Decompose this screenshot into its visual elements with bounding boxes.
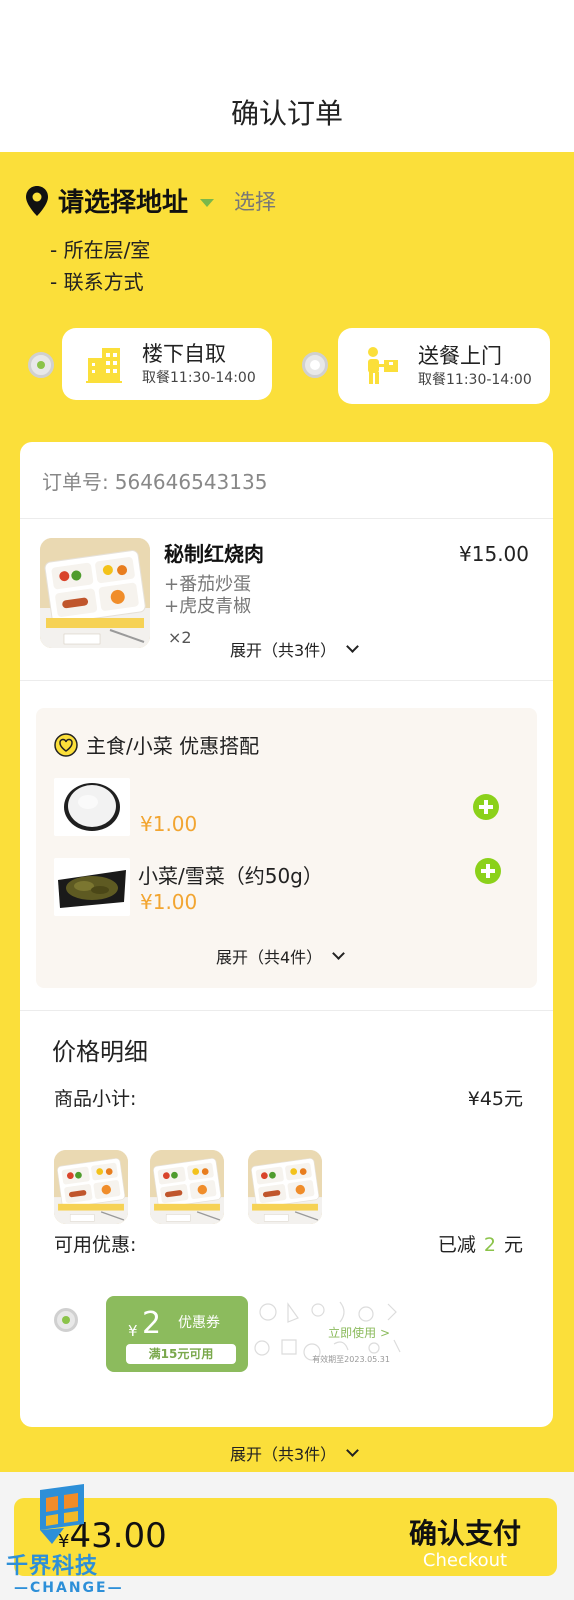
combo-item-price: ¥1.00 — [140, 812, 198, 836]
address-room-line: - 所在层/室 — [50, 238, 151, 262]
delivery-option[interactable]: 送餐上门 取餐11:30-14:00 — [338, 328, 550, 404]
address-title: 请选择地址 — [58, 188, 189, 218]
coupon-value-panel: ¥ 2 优惠券 满15元可用 — [106, 1296, 248, 1372]
order-number: 订单号: 564646543135 — [42, 466, 267, 495]
building-icon — [86, 348, 122, 383]
subtotal-label: 商品小计: — [54, 1088, 137, 1110]
pay-sub-label: Checkout — [422, 1550, 508, 1571]
price-detail-title: 价格明细 — [52, 1038, 148, 1066]
coupon-type: 优惠券 — [178, 1315, 220, 1331]
watermark-text: 千界科技 — [6, 1554, 99, 1579]
item-thumbnail — [54, 1150, 128, 1224]
dish-quantity: ×2 — [168, 628, 192, 647]
address-contact-line: - 联系方式 — [50, 270, 144, 294]
combo-item-name: 小菜/雪菜（约50g） — [138, 864, 323, 888]
coupon-info-panel: 立即使用 > 有效期至2023.05.31 — [248, 1296, 408, 1372]
discount-prefix: 已减 — [437, 1234, 476, 1256]
divider — [20, 518, 553, 519]
confirm-pay-button[interactable]: 确认支付 Checkout — [400, 1512, 530, 1571]
combo-title: 主食/小菜 优惠搭配 — [86, 734, 260, 758]
dish-name: 秘制红烧肉 — [164, 542, 264, 566]
item-thumbnail — [248, 1150, 322, 1224]
expand-combo-button[interactable]: 展开（共4件） — [216, 944, 346, 968]
pickle-image — [54, 858, 130, 916]
address-select-link[interactable]: 选择 — [234, 186, 276, 216]
item-thumbnail — [150, 1150, 224, 1224]
coupon-radio[interactable] — [54, 1308, 78, 1332]
add-rice-button[interactable] — [473, 794, 499, 820]
order-card: 订单号: 564646543135 秘制红烧肉 +番茄炒蛋 +虎皮青椒 ×2 ¥1… — [20, 442, 553, 1427]
pickup-radio[interactable] — [28, 352, 54, 378]
order-number-label: 订单号: — [42, 470, 109, 494]
dish-price: ¥15.00 — [459, 542, 529, 566]
subtotal-value: ¥45元 — [467, 1088, 523, 1110]
watermark-sub: CHANGE — [30, 1580, 108, 1596]
expand-dishes-button[interactable]: 展开（共3件） — [230, 637, 360, 661]
rice-image — [54, 778, 130, 836]
discount-value: 已减 2 元 — [438, 1230, 523, 1257]
combo-header: 主食/小菜 优惠搭配 — [54, 730, 259, 759]
divider — [20, 1010, 553, 1011]
page-title: 确认订单 — [230, 97, 343, 130]
chevron-down-icon — [346, 640, 360, 653]
chevron-down-icon — [346, 1444, 360, 1457]
caret-down-icon — [200, 198, 215, 207]
coupon-card[interactable]: ¥ 2 优惠券 满15元可用 立即使用 > 有效期至2023.05.31 — [106, 1296, 408, 1372]
pickup-option[interactable]: 楼下自取 取餐11:30-14:00 — [62, 328, 272, 400]
delivery-person-icon — [368, 347, 398, 384]
discount-amount: 2 — [483, 1234, 496, 1256]
pay-label: 确认支付 — [408, 1517, 521, 1550]
watermark-subtext: —CHANGE— — [14, 1580, 124, 1596]
location-pin-icon — [26, 185, 48, 216]
coupon-expiry: 有效期至2023.05.31 — [312, 1355, 390, 1364]
address-selector[interactable]: 请选择地址 选择 — [24, 182, 276, 219]
delivery-time: 取餐11:30-14:00 — [418, 372, 532, 388]
add-pickle-button[interactable] — [475, 858, 501, 884]
delivery-radio[interactable] — [302, 352, 328, 378]
heart-badge-icon — [54, 732, 78, 757]
dish-image — [40, 538, 150, 648]
use-coupon-link[interactable]: 立即使用 > — [328, 1324, 390, 1341]
expand-bottom-button[interactable]: 展开（共3件） — [230, 1441, 360, 1465]
divider — [20, 680, 553, 681]
combo-item-price: ¥1.00 — [140, 890, 198, 914]
chevron-down-icon — [332, 947, 346, 960]
coupon-amount: 2 — [142, 1306, 162, 1341]
expand-bottom-label: 展开（共3件） — [230, 1445, 337, 1464]
dish-side-2: +虎皮青椒 — [164, 596, 252, 617]
combo-section: 主食/小菜 优惠搭配 ¥1.00 小菜/雪菜（约50g） ¥1.00 展开（共4… — [36, 708, 537, 988]
pickup-time: 取餐11:30-14:00 — [142, 370, 256, 386]
pickup-label: 楼下自取 — [142, 342, 226, 366]
coupon-condition: 满15元可用 — [126, 1344, 236, 1364]
discount-suffix: 元 — [503, 1234, 523, 1256]
order-number-value: 564646543135 — [114, 470, 268, 494]
delivery-label: 送餐上门 — [418, 344, 502, 368]
coupon-yen: ¥ — [128, 1322, 138, 1340]
expand-combo-label: 展开（共4件） — [216, 948, 323, 967]
discount-label: 可用优惠: — [54, 1234, 137, 1256]
expand-dishes-label: 展开（共3件） — [230, 641, 337, 660]
